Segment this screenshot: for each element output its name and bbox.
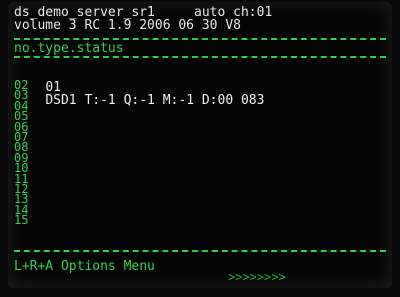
options-menu-hint[interactable]: L+R+A Options Menu: [14, 260, 155, 273]
version-info: volume 3 RC 1.9 2006 06 30 V8: [14, 18, 241, 33]
slot-status: DSD1 T:-1 Q:-1 M:-1 D:00 083: [45, 93, 265, 108]
slot-number-15[interactable]: 15: [14, 214, 28, 226]
slot-row-01[interactable]: 01 DSD1 T:-1 Q:-1 M:-1 D:00 083: [14, 68, 264, 120]
divider-header: [14, 56, 386, 58]
empty-slot-list: 02 03 04 05 06 07 08 09 10 11 12 13 14 1…: [14, 79, 28, 227]
ds-screen: ds_demo_server_sr1 auto ch:01 volume 3 R…: [8, 2, 392, 288]
divider-top: [14, 38, 386, 40]
divider-bottom: [14, 250, 386, 252]
column-header: no.type.status: [14, 41, 124, 56]
scroll-arrows-icon: >>>>>>>>: [228, 270, 286, 284]
